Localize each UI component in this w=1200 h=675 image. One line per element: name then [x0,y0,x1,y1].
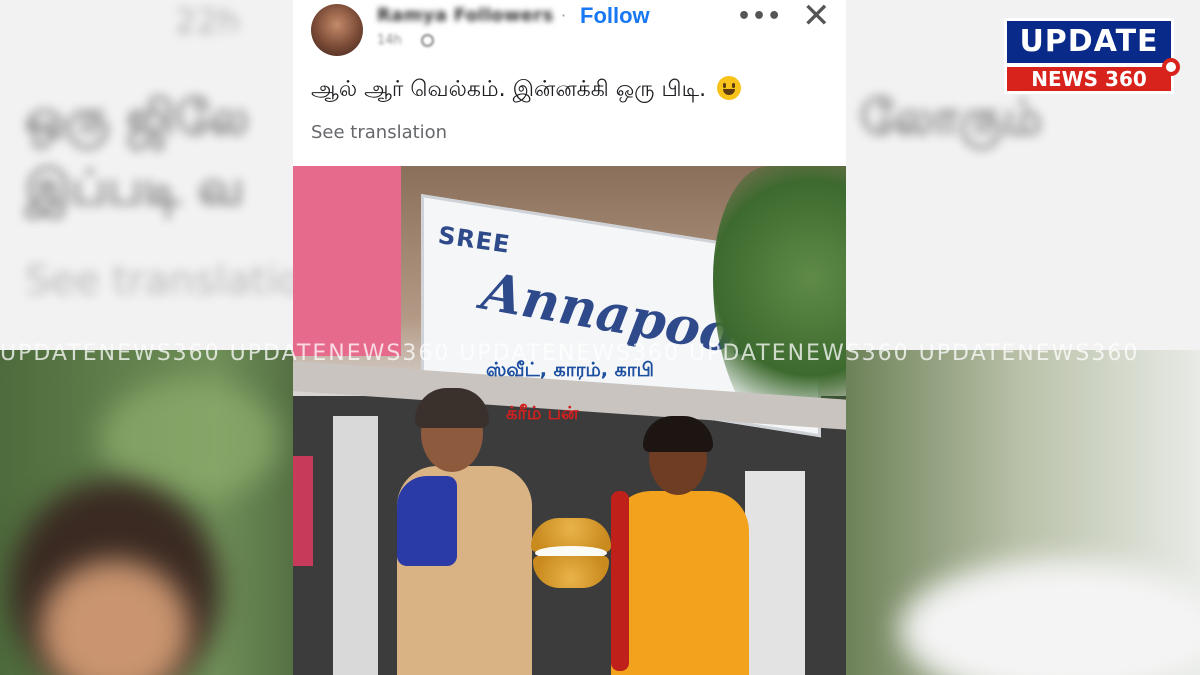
post-text: ஆல் ஆர் வெல்கம். இன்னக்கி ஒரு பிடி. [311,76,742,105]
smiling-face-icon [717,76,742,100]
follow-button[interactable]: Follow [580,3,650,29]
logo-dot-icon [1162,58,1180,76]
person-left-blouse [397,476,457,566]
background-text-line2: இப்படி வ [25,160,244,216]
update-news-360-logo: UPDATE NEWS 360 [1004,18,1180,96]
shop-pillar-left [333,416,378,675]
post-photo[interactable]: SREE Annapoorna ஸ்வீட், காரம், காபி க்ரீ… [293,166,846,675]
close-icon[interactable]: ✕ [802,0,831,36]
cream-bun-image [531,518,611,590]
background-text-line1: ஒரு ஜிலே [25,90,250,146]
background-time: 22h [175,2,240,42]
person-right-saree [611,491,749,675]
pink-wall [293,166,401,356]
post-header: Ramya Followers · Follow 14h ••• ✕ [293,0,846,60]
more-options-icon[interactable]: ••• [737,4,782,29]
separator-dot: · [561,6,567,25]
background-text-right: லோரும் [860,90,1043,146]
pink-pillar [293,456,313,566]
logo-line1: UPDATE [1004,18,1174,66]
post-text-content: ஆல் ஆர் வெல்கம். இன்னக்கி ஒரு பிடி. [311,77,707,102]
bun-bottom [533,556,609,588]
author-name[interactable]: Ramya Followers [377,5,553,26]
shop-pillar-right [745,471,805,675]
author-avatar[interactable] [311,4,363,56]
post-time[interactable]: 14h [377,33,402,48]
background-see-translation: See translatio [25,258,303,304]
watermark: UPDATENEWS360 UPDATENEWS360 UPDATENEWS36… [0,341,1140,366]
globe-icon [421,34,434,47]
person-right-saree-border [611,491,629,671]
overlay-caption-line2: க்ரீம் பன் [506,403,579,424]
see-translation-link[interactable]: See translation [311,122,447,143]
logo-line2: NEWS 360 [1004,64,1174,94]
facebook-post-card: Ramya Followers · Follow 14h ••• ✕ ஆல் ஆ… [293,0,846,675]
